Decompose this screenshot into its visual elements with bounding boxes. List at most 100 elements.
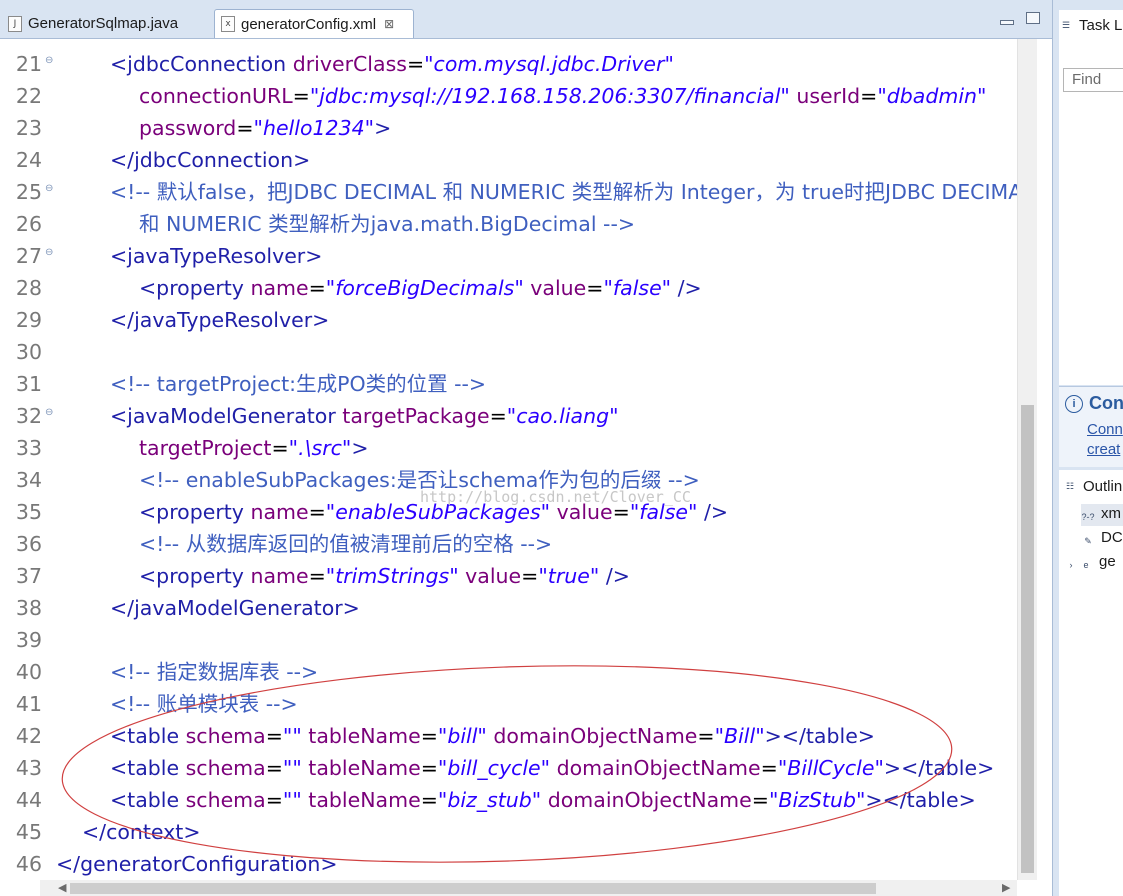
code-line[interactable]: 37 <property name="trimStrings" value="tr…	[0, 560, 1017, 592]
line-number: 45	[15, 820, 42, 844]
code-token: =	[271, 436, 289, 460]
code-line[interactable]: 21 ⊖ <jdbcConnection driverClass="com.mysq…	[0, 48, 1017, 80]
code-line[interactable]: 43 <table schema="" tableName="bill_cycle…	[0, 752, 1017, 784]
find-input[interactable]: Find	[1063, 68, 1123, 92]
fold-toggle-icon[interactable]: ⊖	[45, 176, 53, 202]
code-line[interactable]: 26 和 NUMERIC 类型解析为java.math.BigDecimal --…	[0, 208, 1017, 240]
code-token: ></table>	[865, 788, 976, 812]
create-link[interactable]: creat	[1087, 441, 1120, 458]
outline-tab[interactable]: ☷ Outlin	[1059, 470, 1123, 502]
code-token: <table	[110, 788, 186, 812]
code-token: tableName	[308, 756, 421, 780]
connect-link[interactable]: Conn	[1087, 421, 1123, 438]
line-number: 25	[15, 180, 42, 204]
code-text: </context>	[82, 816, 201, 848]
minimize-icon[interactable]	[1000, 20, 1014, 25]
code-token: connectionURL	[139, 84, 293, 108]
code-token: targetPackage	[342, 404, 490, 428]
code-token: <property	[139, 564, 251, 588]
outline-icon: ☷	[1065, 481, 1075, 491]
line-number: 33	[15, 436, 42, 460]
code-line[interactable]: 28 <property name="forceBigDecimals" valu…	[0, 272, 1017, 304]
code-text: 和 NUMERIC 类型解析为java.math.BigDecimal -->	[139, 208, 635, 240]
code-text: <!-- 指定数据库表 -->	[110, 656, 318, 688]
code-line[interactable]: 23 password="hello1234">	[0, 112, 1017, 144]
code-line[interactable]: 45 </context>	[0, 816, 1017, 848]
code-token: "cao.liang"	[506, 404, 619, 428]
code-token: ""	[282, 724, 302, 748]
line-number: 44	[15, 788, 42, 812]
code-line[interactable]: 39	[0, 624, 1017, 656]
outline-item-xml[interactable]: ?-? xm	[1081, 505, 1121, 524]
horizontal-scroll-thumb[interactable]	[70, 883, 876, 894]
code-text: <property name="forceBigDecimals" value=…	[139, 272, 702, 304]
code-token: =	[308, 276, 326, 300]
code-line[interactable]: 38 </javaModelGenerator>	[0, 592, 1017, 624]
code-token: =	[406, 52, 425, 76]
code-token: =	[265, 724, 283, 748]
code-line[interactable]: 24 </jdbcConnection>	[0, 144, 1017, 176]
code-token: ""	[282, 788, 302, 812]
code-line[interactable]: 40 <!-- 指定数据库表 -->	[0, 656, 1017, 688]
code-token: =	[308, 564, 326, 588]
code-line[interactable]: 30	[0, 336, 1017, 368]
code-token: =	[489, 404, 507, 428]
outline-item-generator[interactable]: › e ge	[1067, 553, 1116, 572]
tab-generatorconfig-xml[interactable]: x generatorConfig.xml ⊠	[214, 9, 414, 38]
code-line[interactable]: 31 <!-- targetProject:生成PO类的位置 -->	[0, 368, 1017, 400]
code-line[interactable]: 46 </generatorConfiguration>	[0, 848, 1017, 880]
code-line[interactable]: 27 ⊖ <javaTypeResolver>	[0, 240, 1017, 272]
code-text: <javaTypeResolver>	[110, 240, 322, 272]
line-number: 35	[15, 500, 42, 524]
code-text: connectionURL="jdbc:mysql://192.168.158.…	[139, 80, 986, 112]
code-line[interactable]: 33 targetProject=".\src">	[0, 432, 1017, 464]
code-line[interactable]: 22 connectionURL="jdbc:mysql://192.168.15…	[0, 80, 1017, 112]
expand-arrow-icon[interactable]: ›	[1067, 558, 1075, 572]
code-text: </javaModelGenerator>	[110, 592, 360, 624]
scroll-left-arrow-icon[interactable]: ◀	[58, 881, 66, 894]
editor-tab-bar: J GeneratorSqlmap.java x generatorConfig…	[0, 0, 1052, 39]
code-line[interactable]: 44 <table schema="" tableName="biz_stub" …	[0, 784, 1017, 816]
fold-toggle-icon[interactable]: ⊖	[45, 400, 53, 426]
tab-generatorsqlmap-java[interactable]: J GeneratorSqlmap.java	[2, 9, 212, 38]
line-number: 42	[15, 724, 42, 748]
fold-toggle-icon[interactable]: ⊖	[45, 48, 53, 74]
maximize-icon[interactable]	[1026, 12, 1040, 24]
scroll-right-arrow-icon[interactable]: ▶	[1002, 881, 1010, 894]
close-icon[interactable]: ⊠	[384, 17, 394, 31]
code-token: value	[530, 276, 587, 300]
horizontal-scrollbar[interactable]: ◀ ▶	[40, 880, 1017, 896]
fold-toggle-icon[interactable]: ⊖	[45, 240, 53, 266]
line-number: 21	[15, 52, 42, 76]
code-line[interactable]: 29 </javaTypeResolver>	[0, 304, 1017, 336]
code-token: <!-- 指定数据库表 -->	[110, 660, 319, 684]
code-token: =	[265, 788, 283, 812]
code-token: <table	[110, 756, 186, 780]
line-number: 22	[15, 84, 42, 108]
code-line[interactable]: 32 ⊖ <javaModelGenerator targetPackage="ca…	[0, 400, 1017, 432]
code-line[interactable]: 42 <table schema="" tableName="bill" doma…	[0, 720, 1017, 752]
watermark-text: http://blog.csdn.net/Clover_CC	[420, 488, 691, 506]
code-token: <property	[139, 276, 251, 300]
code-token: <jdbcConnection	[110, 52, 293, 76]
code-token: ""	[282, 756, 302, 780]
line-number: 30	[15, 340, 42, 364]
code-token: tableName	[308, 788, 421, 812]
line-number: 26	[15, 212, 42, 236]
task-list-tab[interactable]: ☰ Task L	[1059, 10, 1123, 40]
line-number: 27	[15, 244, 42, 268]
vertical-scroll-thumb[interactable]	[1021, 405, 1034, 873]
outline-item-doctype[interactable]: ✎ DC	[1081, 529, 1122, 548]
code-token: =	[420, 756, 438, 780]
code-line[interactable]: 25 ⊖ <!-- 默认false，把JDBC DECIMAL 和 NUMERIC …	[0, 176, 1017, 208]
line-number: 39	[15, 628, 42, 652]
code-text: </javaTypeResolver>	[110, 304, 329, 336]
code-token: =	[586, 276, 604, 300]
line-number: 32	[15, 404, 42, 428]
code-line[interactable]: 36 <!-- 从数据库返回的值被清理前后的空格 -->	[0, 528, 1017, 560]
task-list-title: Task L	[1079, 16, 1123, 34]
code-text: password="hello1234">	[139, 112, 391, 144]
vertical-scrollbar[interactable]	[1017, 39, 1037, 880]
xml-code-editor[interactable]: 21 ⊖ <jdbcConnection driverClass="com.mysq…	[0, 39, 1017, 880]
code-line[interactable]: 41 <!-- 账单模块表 -->	[0, 688, 1017, 720]
